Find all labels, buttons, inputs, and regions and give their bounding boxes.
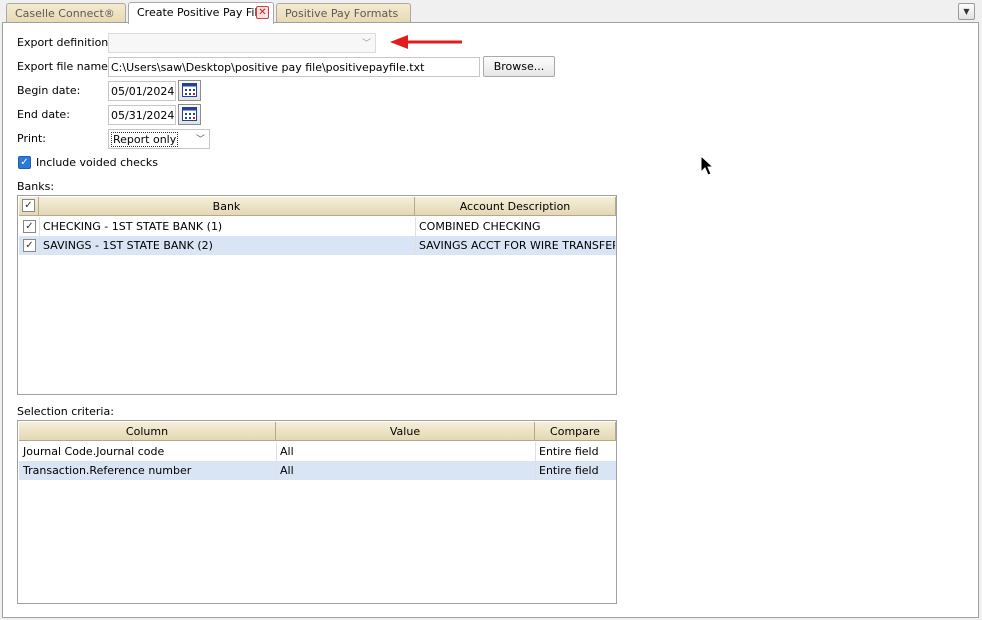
- table-row[interactable]: Journal Code.Journal code All Entire fie…: [19, 442, 616, 461]
- export-definition-combo[interactable]: ﹀: [108, 33, 376, 53]
- selection-criteria-label: Selection criteria:: [17, 405, 114, 418]
- tab-positive-pay-formats[interactable]: Positive Pay Formats: [276, 3, 411, 23]
- tab-create-positive-pay-file[interactable]: Create Positive Pay File ✕: [128, 2, 274, 24]
- tab-label: Create Positive Pay File: [137, 6, 265, 19]
- bank-cell: CHECKING - 1ST STATE BANK (1): [43, 220, 223, 233]
- tab-label: Positive Pay Formats: [285, 7, 399, 20]
- export-file-name-input[interactable]: C:\Users\saw\Desktop\positive pay file\p…: [108, 57, 480, 77]
- select-all-checkbox[interactable]: ✓: [22, 199, 35, 212]
- table-row[interactable]: ✓ SAVINGS - 1ST STATE BANK (2) SAVINGS A…: [19, 236, 616, 255]
- end-date-label: End date:: [17, 108, 70, 121]
- calendar-icon: [182, 83, 197, 97]
- create-positive-pay-file-panel: Export definition: ﹀ Export file name: C…: [2, 22, 979, 618]
- chevron-down-icon: ﹀: [195, 135, 205, 145]
- export-file-name-label: Export file name:: [17, 60, 112, 73]
- criteria-header-value[interactable]: Value: [276, 422, 535, 441]
- criteria-compare-cell: Entire field: [539, 464, 599, 477]
- criteria-header-compare[interactable]: Compare: [535, 422, 616, 441]
- tab-caselle-connect[interactable]: Caselle Connect®: [6, 3, 126, 23]
- criteria-column-cell: Journal Code.Journal code: [23, 445, 165, 458]
- calendar-icon: [182, 107, 197, 121]
- include-voided-checks-checkbox[interactable]: ✓: [18, 156, 31, 169]
- table-row[interactable]: Transaction.Reference number All Entire …: [19, 461, 616, 480]
- tab-label: Caselle Connect®: [15, 7, 115, 20]
- bank-row-checkbox[interactable]: ✓: [23, 239, 36, 252]
- criteria-header-column[interactable]: Column: [19, 422, 276, 441]
- print-select[interactable]: Report only ﹀: [108, 129, 210, 149]
- selection-criteria-grid: Column Value Compare Journal Code.Journa…: [17, 420, 617, 604]
- begin-date-label: Begin date:: [17, 84, 81, 97]
- begin-date-calendar-button[interactable]: [178, 80, 201, 101]
- table-row[interactable]: ✓ CHECKING - 1ST STATE BANK (1) COMBINED…: [19, 217, 616, 236]
- banks-label: Banks:: [17, 180, 55, 193]
- include-voided-checks-label: Include voided checks: [36, 156, 158, 169]
- annotation-arrow-icon: [390, 35, 462, 49]
- print-label: Print:: [17, 132, 47, 145]
- bank-cell: SAVINGS - 1ST STATE BANK (2): [43, 239, 213, 252]
- chevron-down-icon: ﹀: [361, 39, 371, 49]
- bank-row-checkbox[interactable]: ✓: [23, 220, 36, 233]
- criteria-value-cell: All: [280, 464, 294, 477]
- criteria-column-cell: Transaction.Reference number: [23, 464, 192, 477]
- account-description-cell: SAVINGS ACCT FOR WIRE TRANSFER: [419, 239, 615, 252]
- export-definition-label: Export definition:: [17, 36, 112, 49]
- criteria-value-cell: All: [280, 445, 294, 458]
- banks-select-all-header[interactable]: ✓: [19, 197, 39, 216]
- print-select-value: Report only: [111, 132, 179, 147]
- mouse-cursor-icon: [700, 155, 715, 176]
- chevron-down-icon[interactable]: ▼: [958, 3, 975, 20]
- close-icon[interactable]: ✕: [256, 6, 269, 19]
- end-date-input[interactable]: 05/31/2024: [108, 105, 176, 125]
- account-description-cell: COMBINED CHECKING: [419, 220, 541, 233]
- banks-grid: ✓ Bank Account Description ✓ CHECKING - …: [17, 195, 617, 395]
- browse-button[interactable]: Browse...: [483, 56, 555, 77]
- begin-date-input[interactable]: 05/01/2024: [108, 81, 176, 101]
- banks-header-account-description[interactable]: Account Description: [415, 197, 616, 216]
- criteria-compare-cell: Entire field: [539, 445, 599, 458]
- tab-bar: Caselle Connect® Create Positive Pay Fil…: [0, 0, 982, 24]
- banks-header-bank[interactable]: Bank: [39, 197, 415, 216]
- end-date-calendar-button[interactable]: [178, 104, 201, 125]
